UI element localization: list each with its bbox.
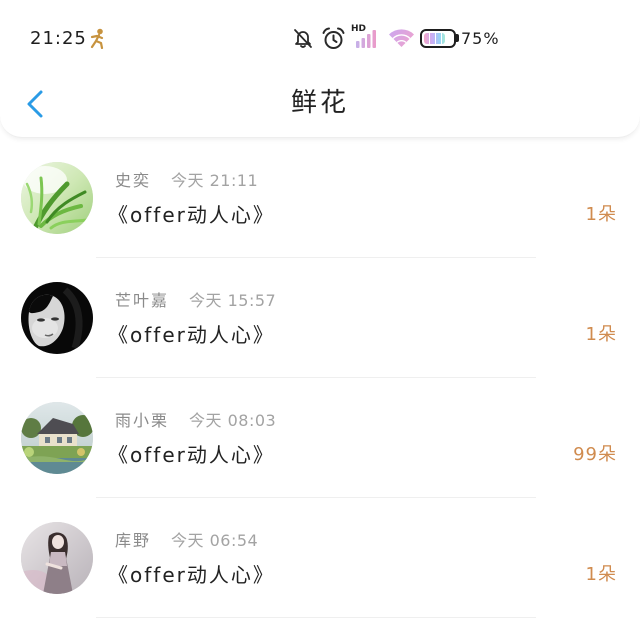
status-bar: 21:25 HD 75% <box>0 0 640 60</box>
timestamp: 今天 08:03 <box>189 411 277 430</box>
battery-percent: 75% <box>461 29 500 48</box>
battery-icon <box>420 29 456 48</box>
list-item[interactable]: 库野 今天 06:54 《offer动人心》 1朵 <box>0 498 640 618</box>
list-item[interactable]: 雨小栗 今天 08:03 《offer动人心》 99朵 <box>0 378 640 498</box>
wifi-icon <box>389 29 414 47</box>
show-title: 《offer动人心》 <box>108 563 275 587</box>
app-header: 21:25 HD 75% 鲜花 <box>0 0 640 138</box>
avatar-image <box>21 162 93 234</box>
sender-name: 雨小栗 <box>115 411 170 430</box>
battery-fill <box>424 33 445 44</box>
divider <box>96 617 536 618</box>
item-meta: 史奕 今天 21:11 <box>115 171 258 191</box>
sender-name: 库野 <box>115 531 152 550</box>
running-figure-icon <box>90 28 104 49</box>
avatar-image <box>21 522 93 594</box>
flower-count: 1朵 <box>585 204 617 225</box>
list-item[interactable]: 芒叶嘉 今天 15:57 《offer动人心》 1朵 <box>0 258 640 378</box>
flower-count: 99朵 <box>573 444 617 465</box>
avatar[interactable] <box>21 402 93 474</box>
item-meta: 库野 今天 06:54 <box>115 531 258 551</box>
alarm-clock-icon <box>322 27 345 49</box>
avatar-image <box>21 402 93 474</box>
status-time: 21:25 <box>30 28 87 49</box>
sender-name: 芒叶嘉 <box>115 291 170 310</box>
item-meta: 雨小栗 今天 08:03 <box>115 411 276 431</box>
show-title: 《offer动人心》 <box>108 203 275 227</box>
battery-nub <box>456 34 459 42</box>
flower-count: 1朵 <box>585 324 617 345</box>
flower-count: 1朵 <box>585 564 617 585</box>
avatar-image <box>21 282 93 354</box>
show-title: 《offer动人心》 <box>108 443 275 467</box>
avatar[interactable] <box>21 522 93 594</box>
avatar[interactable] <box>21 282 93 354</box>
timestamp: 今天 06:54 <box>171 531 259 550</box>
bell-off-icon <box>294 29 312 48</box>
list-item[interactable]: 史奕 今天 21:11 《offer动人心》 1朵 <box>0 138 640 258</box>
avatar[interactable] <box>21 162 93 234</box>
battery-track <box>424 33 452 44</box>
item-meta: 芒叶嘉 今天 15:57 <box>115 291 276 311</box>
page-title: 鲜花 <box>290 88 349 118</box>
timestamp: 今天 15:57 <box>189 291 277 310</box>
show-title: 《offer动人心》 <box>108 323 275 347</box>
signal-bars-icon <box>356 30 376 48</box>
timestamp: 今天 21:11 <box>171 171 259 190</box>
sender-name: 史奕 <box>115 171 152 190</box>
